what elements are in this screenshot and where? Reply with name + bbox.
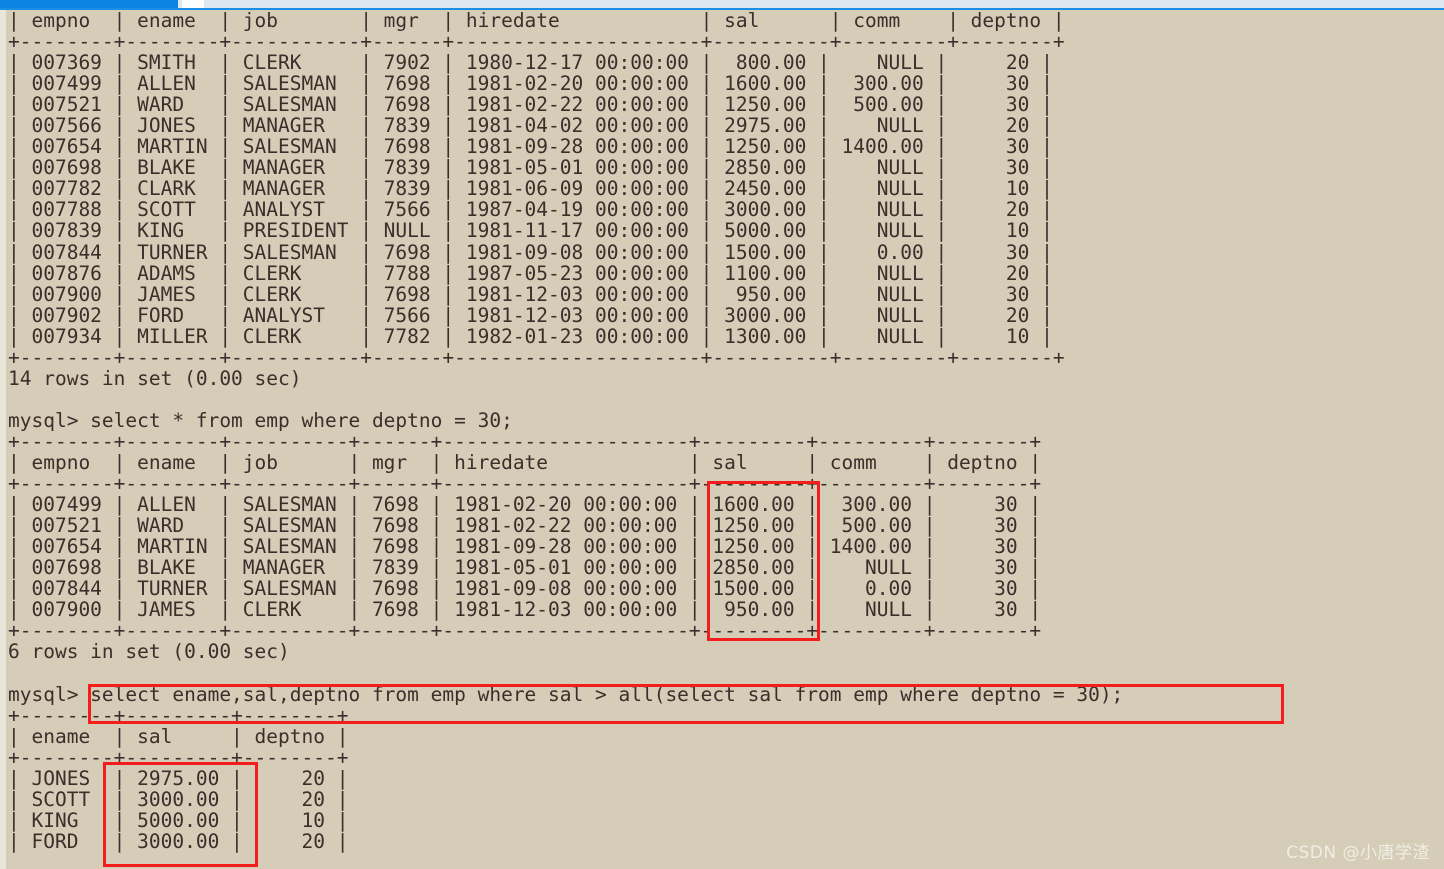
terminal-line: | empno | ename | job | mgr | hiredate |…: [8, 450, 1042, 474]
terminal-line: | FORD | 3000.00 | 20 |: [8, 829, 349, 853]
terminal-line: +--------+---------+--------+: [8, 703, 349, 727]
terminal-line: | 007654 | MARTIN | SALESMAN | 7698 | 19…: [8, 535, 1042, 559]
terminal-line: | ename | sal | deptno |: [8, 724, 349, 748]
terminal-line: 14 rows in set (0.00 sec): [8, 366, 302, 390]
terminal-line: 6 rows in set (0.00 sec): [8, 640, 290, 664]
terminal-line: +--------+--------+-----------+------+--…: [8, 345, 1065, 369]
terminal-line: | 007900 | JAMES | CLERK | 7698 | 1981-1…: [8, 598, 1042, 622]
terminal-line: | empno | ename | job | mgr | hiredate |…: [8, 9, 1065, 32]
terminal-line: | 007566 | JONES | MANAGER | 7839 | 1981…: [8, 114, 1053, 138]
terminal-line: +--------+--------+----------+------+---…: [8, 429, 1042, 453]
terminal-line: | 007369 | SMITH | CLERK | 7902 | 1980-1…: [8, 51, 1053, 75]
terminal-line: | 007788 | SCOTT | ANALYST | 7566 | 1987…: [8, 198, 1053, 222]
mysql-terminal[interactable]: | empno | ename | job | mgr | hiredate |…: [0, 10, 1444, 869]
terminal-line: mysql> select ename,sal,deptno from emp …: [8, 682, 1124, 706]
terminal-line: | 007876 | ADAMS | CLERK | 7788 | 1987-0…: [8, 261, 1053, 285]
terminal-line: | 007844 | TURNER | SALESMAN | 7698 | 19…: [8, 577, 1042, 601]
terminal-line: | 007521 | WARD | SALESMAN | 7698 | 1981…: [8, 514, 1042, 538]
terminal-line: | KING | 5000.00 | 10 |: [8, 808, 349, 832]
terminal-left-gutter: [0, 10, 6, 869]
terminal-line: | 007698 | BLAKE | MANAGER | 7839 | 1981…: [8, 556, 1042, 580]
terminal-line: | 007844 | TURNER | SALESMAN | 7698 | 19…: [8, 240, 1053, 264]
terminal-line: | 007902 | FORD | ANALYST | 7566 | 1981-…: [8, 303, 1053, 327]
terminal-line: | 007499 | ALLEN | SALESMAN | 7698 | 198…: [8, 72, 1053, 96]
terminal-line: | 007900 | JAMES | CLERK | 7698 | 1981-1…: [8, 282, 1053, 306]
terminal-line: +--------+--------+----------+------+---…: [8, 472, 1042, 496]
terminal-line: +--------+---------+--------+: [8, 745, 349, 769]
terminal-line: | 007698 | BLAKE | MANAGER | 7839 | 1981…: [8, 156, 1053, 180]
terminal-line: | JONES | 2975.00 | 20 |: [8, 766, 349, 790]
terminal-line: | 007499 | ALLEN | SALESMAN | 7698 | 198…: [8, 493, 1042, 517]
terminal-line: | 007654 | MARTIN | SALESMAN | 7698 | 19…: [8, 135, 1053, 159]
terminal-line: | 007934 | MILLER | CLERK | 7782 | 1982-…: [8, 324, 1053, 348]
terminal-line: | SCOTT | 3000.00 | 20 |: [8, 787, 349, 811]
terminal-line: | 007839 | KING | PRESIDENT | NULL | 198…: [8, 219, 1053, 243]
terminal-console-text: | empno | ename | job | mgr | hiredate |…: [8, 10, 1123, 852]
terminal-line: +--------+--------+-----------+------+--…: [8, 30, 1065, 54]
terminal-line: mysql> select * from emp where deptno = …: [8, 408, 513, 432]
terminal-line: | 007782 | CLARK | MANAGER | 7839 | 1981…: [8, 177, 1053, 201]
csdn-watermark: CSDN @小唐学渣: [1286, 843, 1430, 863]
terminal-line: | 007521 | WARD | SALESMAN | 7698 | 1981…: [8, 93, 1053, 117]
terminal-line: +--------+--------+----------+------+---…: [8, 619, 1042, 643]
